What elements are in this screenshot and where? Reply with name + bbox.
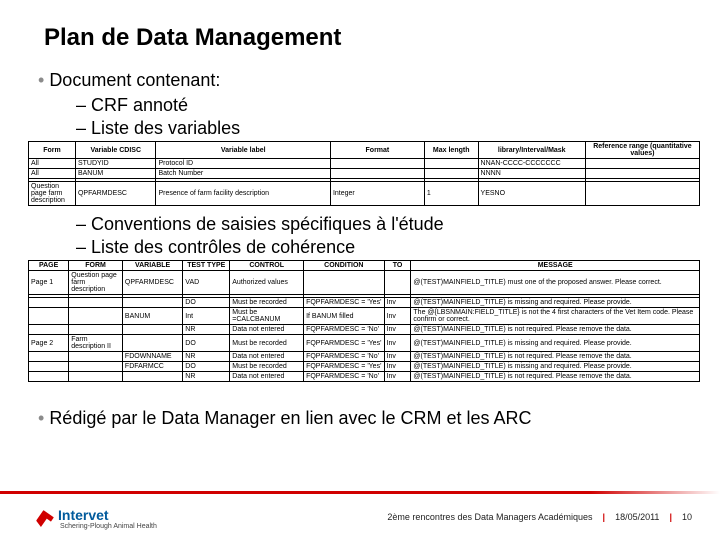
table-row: NRData not enteredFQPFARMDESC = 'No'Inv@… [29, 372, 700, 382]
separator-icon: | [603, 512, 606, 522]
variables-table: Form Variable CDISC Variable label Forma… [28, 141, 700, 206]
t2-h-message: MESSAGE [411, 261, 700, 271]
t1-h-maxlen: Max length [424, 142, 478, 159]
table-row: All BANUM Batch Number NNNN [29, 169, 700, 179]
bullet-liste-variables: Liste des variables [76, 118, 684, 139]
t1-h-library: library/Interval/Mask [478, 142, 585, 159]
footer-text: 2ème rencontres des Data Managers Académ… [387, 512, 692, 522]
footer-event: 2ème rencontres des Data Managers Académ… [387, 512, 592, 522]
t2-h-control: CONTROL [230, 261, 304, 271]
t2-h-variable: VARIABLE [122, 261, 182, 271]
t1-h-format: Format [330, 142, 424, 159]
bullet-controles: Liste des contrôles de cohérence [76, 237, 684, 258]
t1-h-label: Variable label [156, 142, 330, 159]
table-row: Page 2Farm description IIDOMust be recor… [29, 335, 700, 352]
footer-date: 18/05/2011 [615, 512, 659, 522]
t2-h-form: FORM [69, 261, 123, 271]
controls-table: PAGE FORM VARIABLE TEST TYPE CONTROL CON… [28, 260, 700, 382]
logo-name: Intervet [58, 507, 157, 523]
bullet-conventions: Conventions de saisies spécifiques à l'é… [76, 214, 684, 235]
t1-h-refrange: Reference range (quantitative values) [585, 142, 699, 159]
table-row: FDFARMCCDOMust be recordedFQPFARMDESC = … [29, 362, 700, 372]
logo: Intervet Schering-Plough Animal Health [36, 507, 157, 530]
table-row: Page 1Question page farm descriptionQPFA… [29, 271, 700, 295]
footer: Intervet Schering-Plough Animal Health 2… [36, 482, 692, 530]
table-row: NRData not enteredFQPFARMDESC = 'No'Inv@… [29, 325, 700, 335]
t2-h-page: PAGE [29, 261, 69, 271]
table-row: BANUMIntMust be =CALCBANUMIf BANUM fille… [29, 308, 700, 325]
variables-table-wrap: Form Variable CDISC Variable label Forma… [28, 141, 700, 206]
t2-h-condition: CONDITION [304, 261, 385, 271]
bullet-crf: CRF annoté [76, 95, 684, 116]
table-row: All STUDYID Protocol ID NNAN-CCCC-CCCCCC… [29, 159, 700, 169]
slide-title: Plan de Data Management [44, 24, 684, 52]
table-row: DOMust be recordedFQPFARMDESC = 'Yes'Inv… [29, 298, 700, 308]
t1-h-variable: Variable CDISC [75, 142, 156, 159]
logo-subtitle: Schering-Plough Animal Health [60, 523, 157, 530]
t1-h-form: Form [29, 142, 76, 159]
separator-icon: | [669, 512, 672, 522]
table-row: Question page farm description QPFARMDES… [29, 182, 700, 206]
bullet-redige: Rédigé par le Data Manager en lien avec … [36, 408, 684, 429]
t2-h-type: TEST TYPE [183, 261, 230, 271]
bullet-doc-contains: Document contenant: [36, 70, 684, 91]
slide: Plan de Data Management Document contena… [0, 0, 720, 540]
controls-table-wrap: PAGE FORM VARIABLE TEST TYPE CONTROL CON… [28, 260, 700, 382]
table-row: FDOWNNAMENRData not enteredFQPFARMDESC =… [29, 352, 700, 362]
intervet-logo-icon [35, 508, 56, 529]
footer-page: 10 [682, 512, 692, 522]
t2-h-to: TO [384, 261, 411, 271]
